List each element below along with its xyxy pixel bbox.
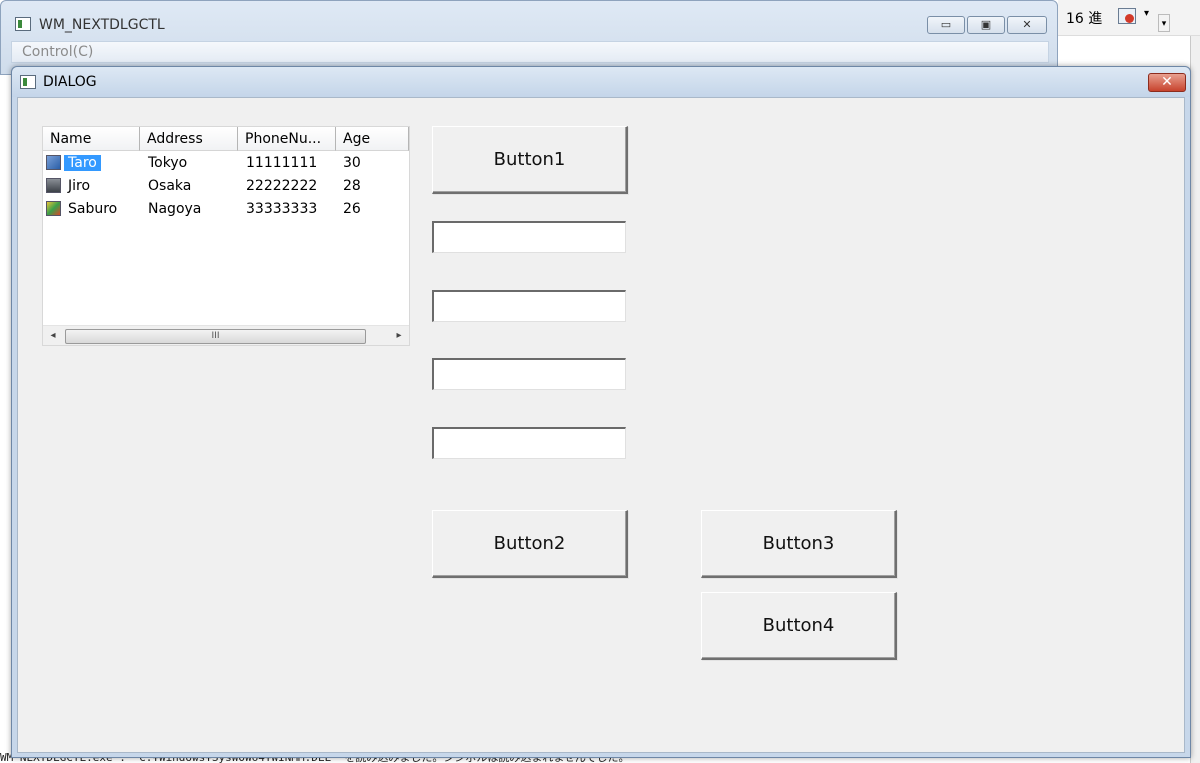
right-toolbar: 16 進 ▾ ▾ — [1058, 0, 1200, 36]
dialog-window: DIALOG ✕ Name Address PhoneNu... Age Tar… — [11, 66, 1191, 758]
dialog-icon — [20, 75, 36, 89]
dialog-title-bar: DIALOG ✕ — [12, 67, 1190, 97]
overflow-icon[interactable]: ▾ — [1158, 14, 1170, 32]
column-header-address[interactable]: Address — [140, 127, 238, 151]
button1[interactable]: Button1 — [432, 126, 628, 194]
pencil-doc-icon — [46, 155, 61, 170]
column-header-phone[interactable]: PhoneNu... — [238, 127, 336, 151]
right-side-pane — [1190, 36, 1200, 763]
list-item-age: 30 — [343, 155, 361, 171]
button4[interactable]: Button4 — [701, 592, 897, 660]
list-item[interactable]: Saburo Nagoya 33333333 26 — [43, 198, 409, 220]
edit-field-2[interactable] — [432, 290, 626, 322]
breakpoint-icon[interactable] — [1118, 8, 1136, 24]
scroll-left-icon[interactable]: ◂ — [45, 328, 61, 344]
menu-item-control[interactable]: Control(C) — [22, 44, 93, 60]
list-item-address: Tokyo — [148, 155, 188, 171]
list-item-address: Nagoya — [148, 201, 202, 217]
dialog-client-area: Name Address PhoneNu... Age Taro Tokyo 1… — [17, 97, 1185, 753]
scroll-right-icon[interactable]: ▸ — [391, 328, 407, 344]
button3[interactable]: Button3 — [701, 510, 897, 578]
list-item[interactable]: Taro Tokyo 11111111 30 — [43, 152, 409, 174]
list-item-address: Osaka — [148, 178, 192, 194]
dropdown-arrow-icon[interactable]: ▾ — [1144, 8, 1149, 19]
list-item-phone: 33333333 — [246, 201, 318, 217]
app-icon — [15, 17, 31, 31]
main-window: WM_NEXTDLGCTL ▭ ▣ ✕ Control(C) — [0, 0, 1058, 75]
list-item-name: Saburo — [68, 201, 118, 217]
minimize-icon[interactable]: ▭ — [927, 16, 965, 34]
column-header-age[interactable]: Age — [336, 127, 409, 151]
edit-field-3[interactable] — [432, 358, 626, 390]
paint-brush-icon — [46, 201, 61, 216]
dialog-close-button[interactable]: ✕ — [1148, 73, 1186, 92]
edit-field-1[interactable] — [432, 221, 626, 253]
maximize-icon[interactable]: ▣ — [967, 16, 1005, 34]
red-dot-icon — [1125, 14, 1134, 23]
radix-label[interactable]: 16 進 — [1066, 8, 1102, 28]
image-icon — [46, 178, 61, 193]
list-item-age: 28 — [343, 178, 361, 194]
list-item-phone: 11111111 — [246, 155, 318, 171]
menu-bar: Control(C) — [11, 41, 1049, 63]
scroll-thumb[interactable]: III — [65, 329, 366, 344]
list-item-name: Jiro — [68, 178, 91, 194]
horizontal-scrollbar[interactable]: ◂ III ▸ — [43, 325, 409, 345]
list-view[interactable]: Name Address PhoneNu... Age Taro Tokyo 1… — [42, 126, 410, 346]
list-item-age: 26 — [343, 201, 361, 217]
edit-field-4[interactable] — [432, 427, 626, 459]
list-item-phone: 22222222 — [246, 178, 318, 194]
close-icon[interactable]: ✕ — [1007, 16, 1047, 34]
button2[interactable]: Button2 — [432, 510, 628, 578]
dialog-title: DIALOG — [43, 74, 97, 90]
main-window-title: WM_NEXTDLGCTL — [39, 17, 165, 33]
list-item-name: Taro — [64, 155, 101, 171]
column-header-name[interactable]: Name — [43, 127, 140, 151]
list-item[interactable]: Jiro Osaka 22222222 28 — [43, 175, 409, 197]
